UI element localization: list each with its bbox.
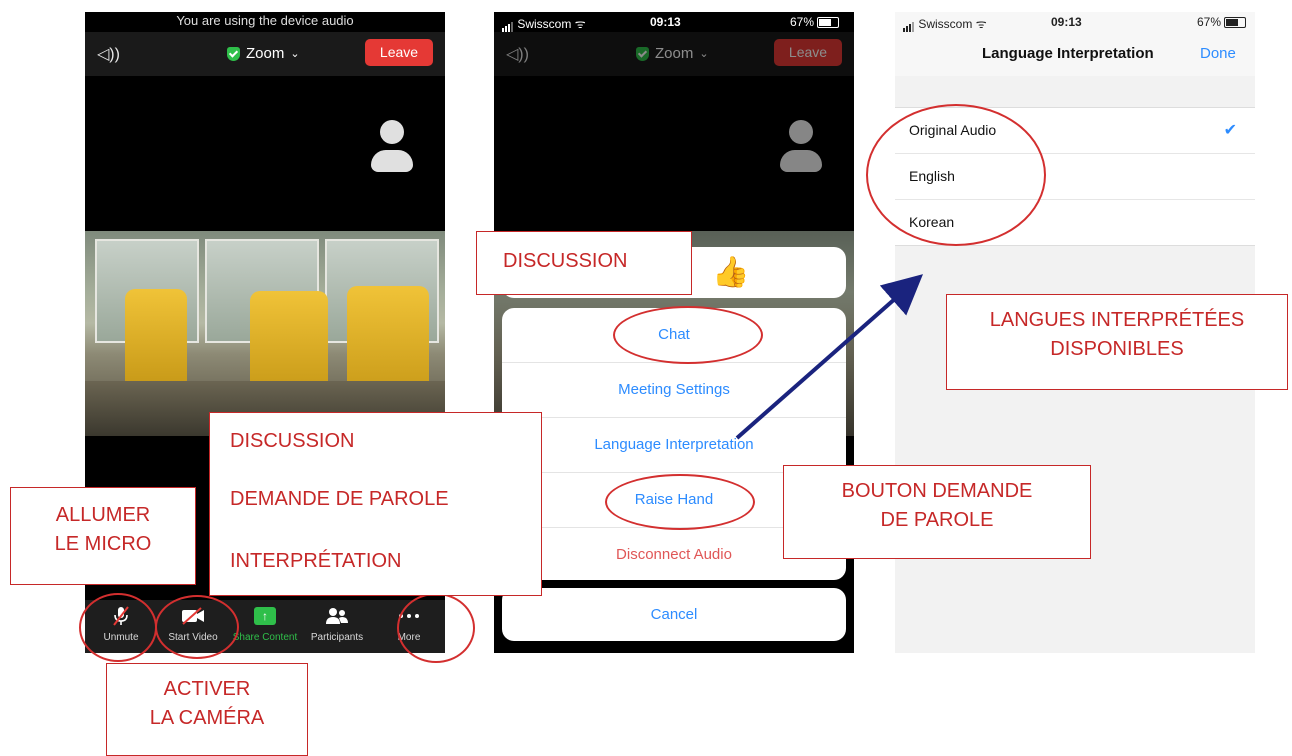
callout-languages-line1: LANGUES INTERPRÉTÉES: [989, 309, 1245, 331]
callout-mic-line2: LE MICRO: [54, 533, 152, 555]
callout-camera-line1: ACTIVER: [163, 678, 251, 700]
callout-raise-hand: BOUTON DEMANDE DE PAROLE: [783, 465, 1091, 559]
callout-feature-2: DEMANDE DE PAROLE: [230, 488, 449, 510]
callout-mic-line1: ALLUMER: [55, 504, 151, 526]
callout-discussion-text: DISCUSSION: [503, 250, 628, 272]
callout-mic: ALLUMER LE MICRO: [10, 487, 196, 585]
callout-camera-line2: LA CAMÉRA: [149, 707, 265, 729]
callout-languages-line2: DISPONIBLES: [1050, 338, 1184, 360]
callout-more-features: DISCUSSION DEMANDE DE PAROLE INTERPRÉTAT…: [209, 412, 542, 596]
callout-feature-3: INTERPRÉTATION: [230, 550, 402, 572]
callout-languages: LANGUES INTERPRÉTÉES DISPONIBLES: [946, 294, 1288, 390]
callout-feature-1: DISCUSSION: [230, 430, 355, 452]
callout-discussion: DISCUSSION: [476, 231, 692, 295]
callout-raise-hand-line2: DE PAROLE: [880, 509, 994, 531]
callout-raise-hand-line1: BOUTON DEMANDE: [841, 480, 1033, 502]
callout-camera: ACTIVER LA CAMÉRA: [106, 663, 308, 756]
